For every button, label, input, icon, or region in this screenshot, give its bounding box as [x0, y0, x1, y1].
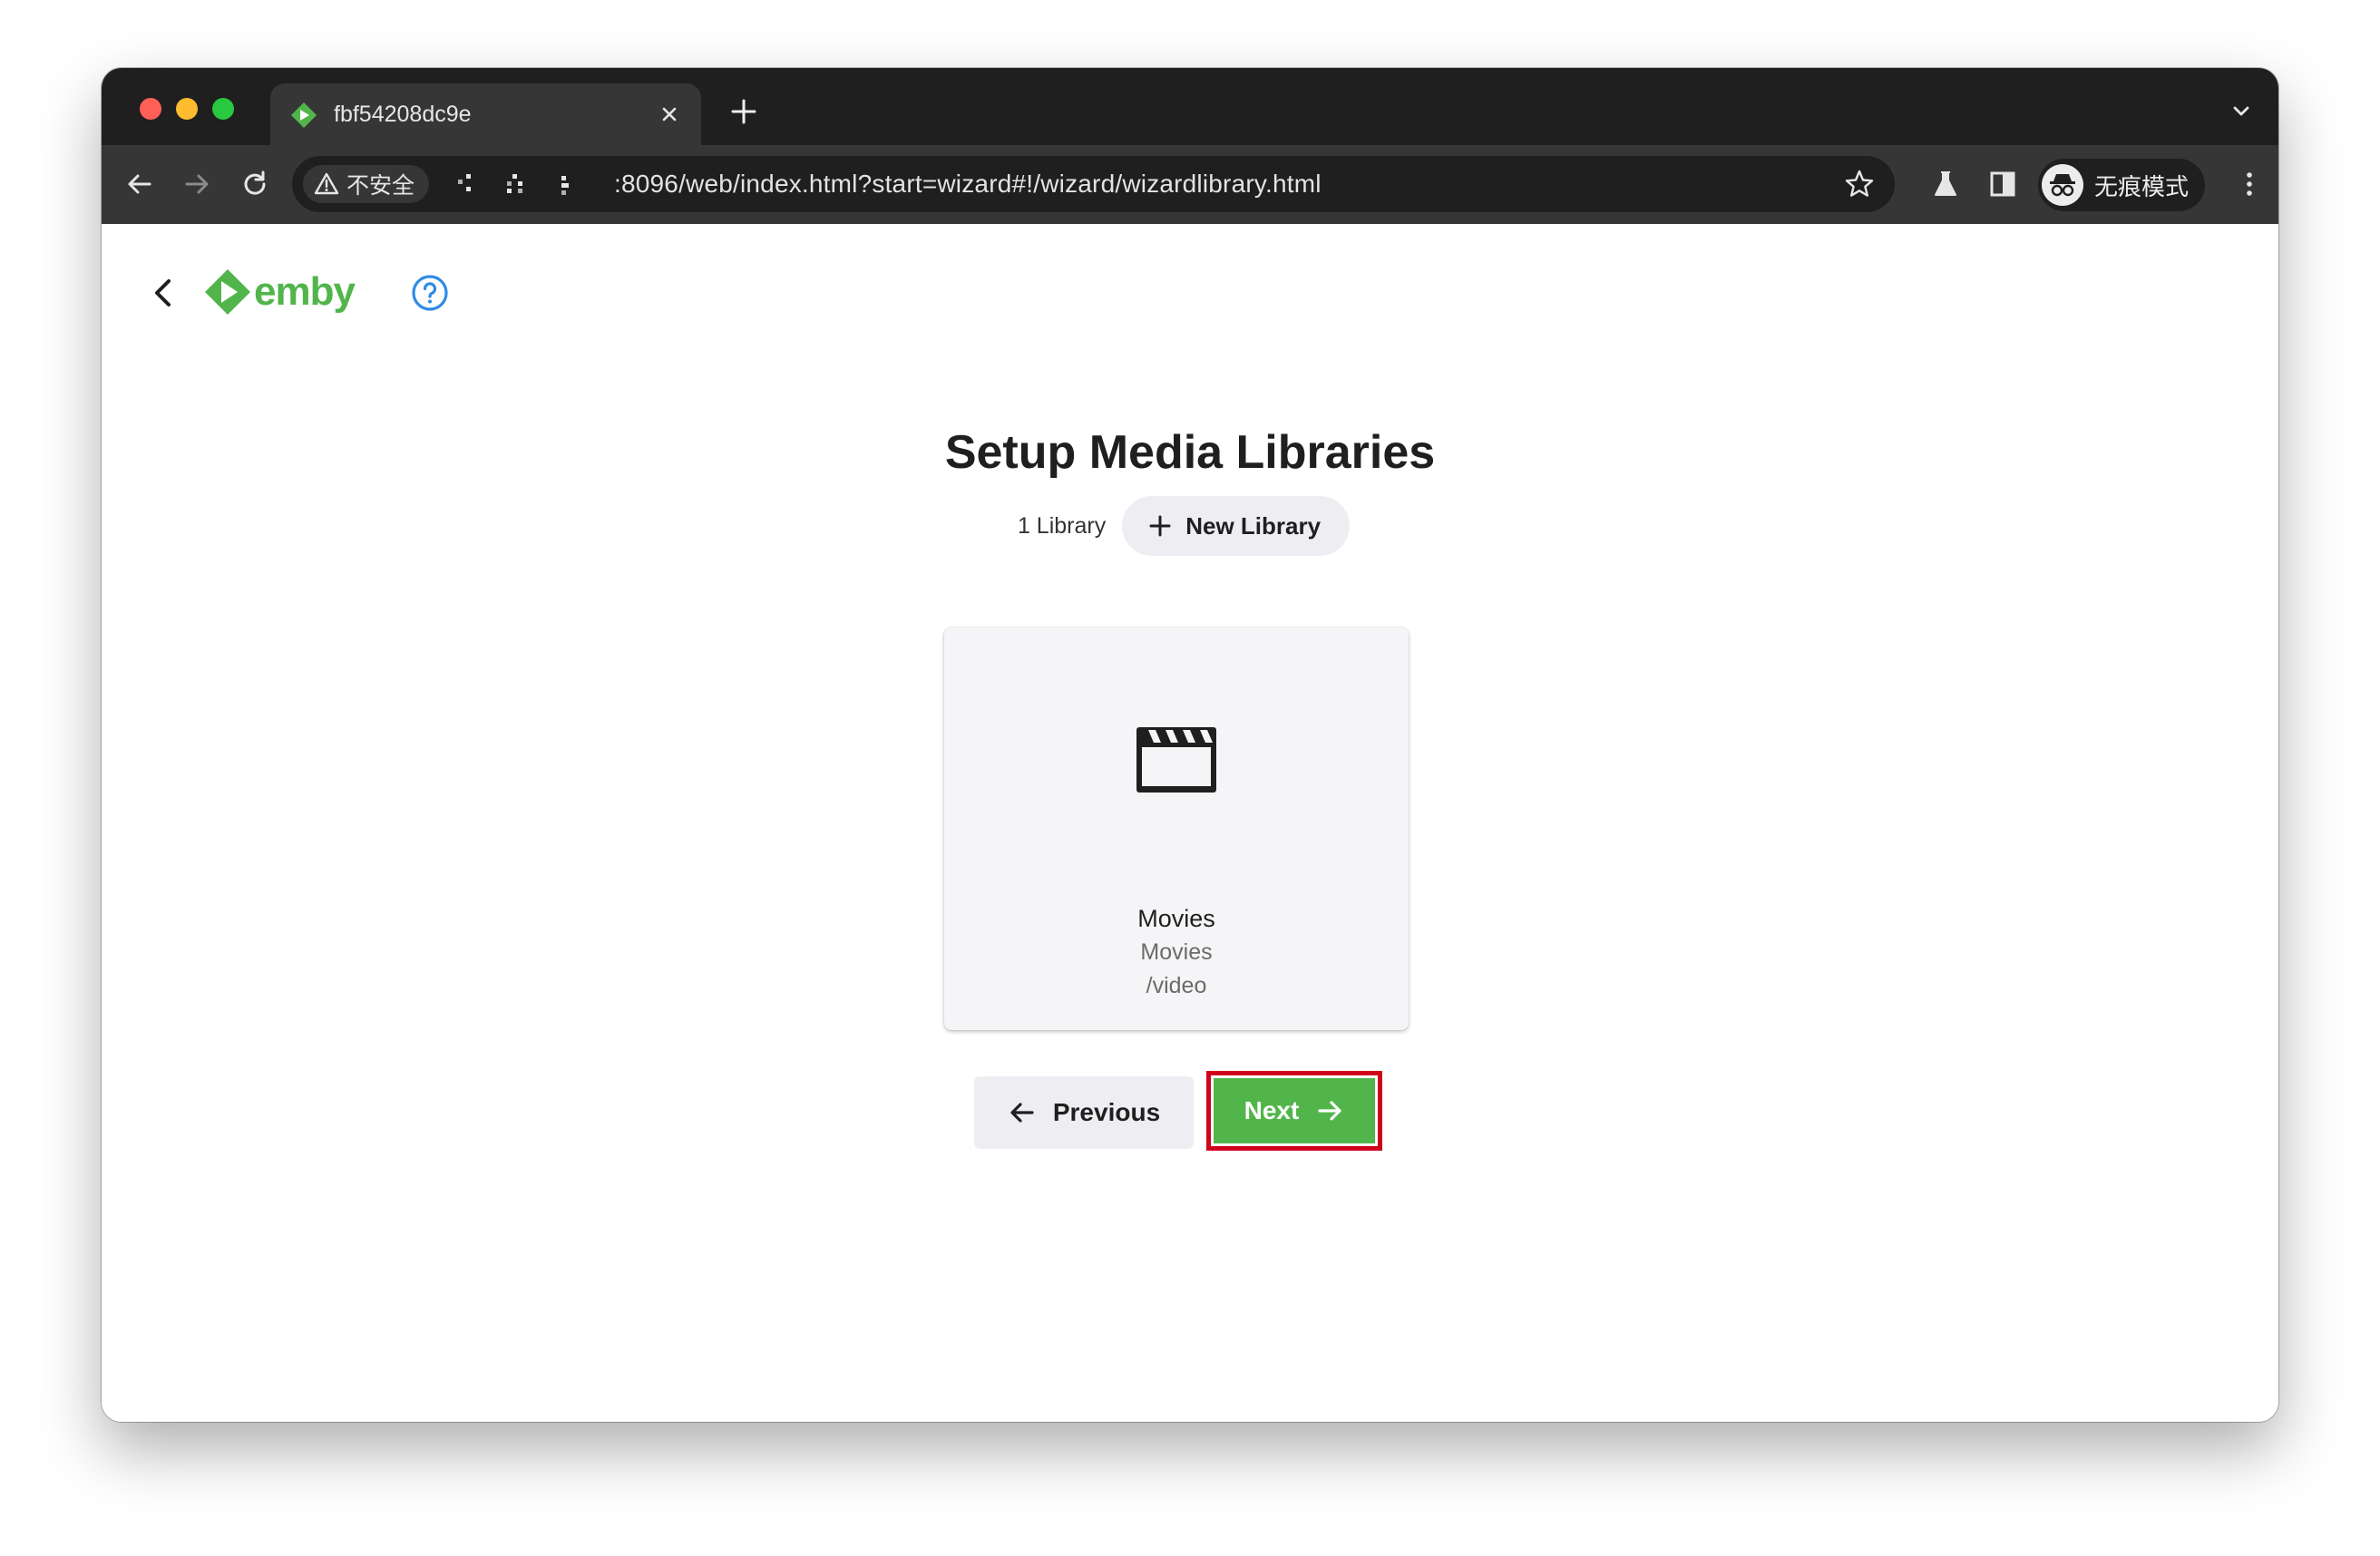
- arrow-right-icon: [185, 174, 209, 194]
- browser-window: fbf54208dc9e 不安全:8096/web/index.html?st…: [102, 68, 2278, 1422]
- tab-title: fbf54208dc9e: [334, 102, 472, 127]
- arrow-left-icon: [1010, 1103, 1034, 1123]
- kebab-menu-icon: [2247, 172, 2252, 196]
- help-icon[interactable]: [410, 273, 450, 313]
- reload-button[interactable]: [236, 165, 274, 203]
- library-path: /video: [1146, 973, 1207, 998]
- plus-icon: [1149, 515, 1171, 537]
- side-panel-button[interactable]: [1984, 165, 2022, 203]
- library-toolbar: 1 Library New Library: [102, 496, 2278, 556]
- maximize-window-button[interactable]: [212, 98, 234, 120]
- emby-logo-icon: [205, 269, 250, 315]
- tab-search-chevron-icon[interactable]: [2228, 98, 2255, 125]
- new-library-label: New Library: [1185, 511, 1322, 540]
- back-nav-button[interactable]: [121, 165, 159, 203]
- side-panel-icon: [1990, 171, 2015, 197]
- page-content: emby Setup Media Libraries 1 Library New…: [102, 224, 2278, 1422]
- browser-menu-button[interactable]: [2230, 165, 2268, 203]
- next-button-highlight: Next: [1206, 1071, 1382, 1151]
- emby-favicon-icon: [291, 102, 317, 128]
- warning-icon: [314, 172, 339, 195]
- browser-toolbar: 不安全 :8096/web/index.html?start=wizard#!/…: [102, 145, 2278, 225]
- security-indicator[interactable]: 不安全: [303, 165, 430, 203]
- movie-clapperboard-icon: [1136, 727, 1216, 793]
- previous-button[interactable]: Previous: [974, 1076, 1194, 1149]
- library-name: Movies: [1137, 905, 1215, 932]
- new-library-button[interactable]: New Library: [1122, 496, 1351, 556]
- previous-label: Previous: [1052, 1098, 1161, 1126]
- url-text: :8096/web/index.html?start=wizard#!/wiza…: [614, 170, 1322, 198]
- chevron-left-icon: [155, 279, 171, 306]
- forward-nav-button[interactable]: [178, 165, 216, 203]
- address-bar[interactable]: 不安全 :8096/web/index.html?start=wizard#!/…: [292, 156, 1895, 212]
- incognito-profile-button[interactable]: 无痕模式: [2038, 159, 2206, 211]
- security-label: 不安全: [346, 173, 415, 199]
- flask-icon: [1935, 171, 1956, 196]
- new-tab-icon[interactable]: [727, 95, 760, 128]
- next-label: Next: [1244, 1096, 1300, 1124]
- emby-logo-text: emby: [254, 269, 356, 314]
- library-count: 1 Library: [1017, 512, 1107, 539]
- close-window-button[interactable]: [140, 98, 161, 120]
- redacted-host-icon: [458, 174, 569, 195]
- browser-tab[interactable]: fbf54208dc9e: [270, 83, 701, 145]
- incognito-icon: [2042, 164, 2083, 206]
- emby-logo[interactable]: emby: [203, 265, 356, 319]
- arrow-right-icon: [1318, 1101, 1341, 1121]
- arrow-left-icon: [128, 174, 151, 194]
- library-type: Movies: [1140, 939, 1213, 965]
- reload-icon: [244, 170, 266, 195]
- tab-strip: fbf54208dc9e: [102, 68, 2278, 145]
- labs-button[interactable]: [1926, 165, 1965, 203]
- page-back-button[interactable]: [138, 267, 189, 318]
- page-title: Setup Media Libraries: [944, 426, 1436, 479]
- bookmark-star-icon[interactable]: [1844, 169, 1875, 199]
- incognito-label: 无痕模式: [2094, 172, 2190, 200]
- next-button[interactable]: Next: [1214, 1078, 1375, 1143]
- library-card-movies[interactable]: Movies Movies /video: [944, 627, 1409, 1030]
- close-tab-icon[interactable]: [654, 99, 685, 130]
- minimize-window-button[interactable]: [176, 98, 198, 120]
